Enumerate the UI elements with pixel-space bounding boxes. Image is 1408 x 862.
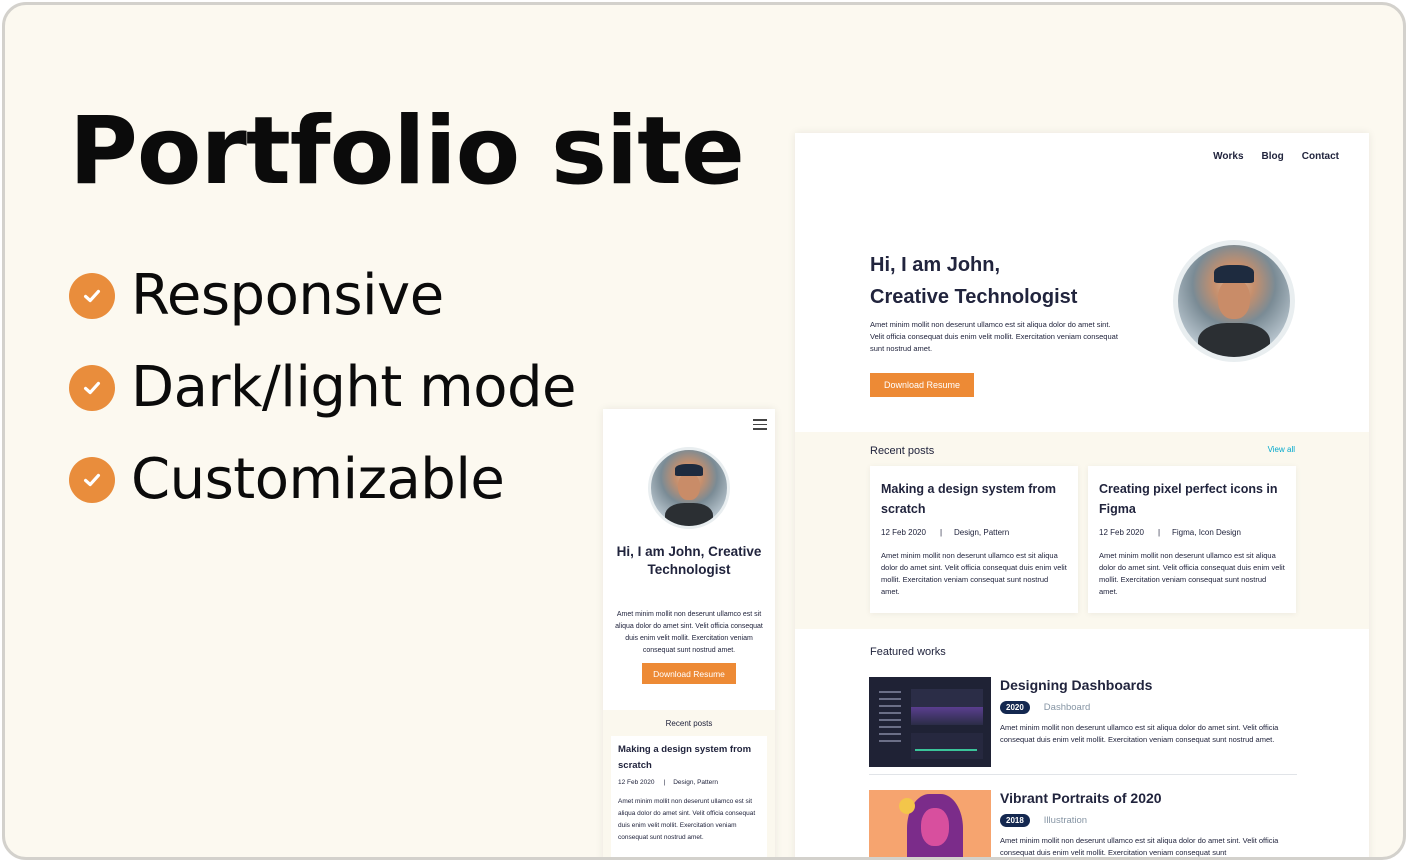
work-meta: 2020 Dashboard xyxy=(1000,701,1296,714)
post-meta: 12 Feb 2020 | Figma, Icon Design xyxy=(1099,528,1285,537)
work-title[interactable]: Vibrant Portraits of 2020 xyxy=(1000,790,1296,806)
divider xyxy=(869,774,1297,775)
portrait-thumbnail[interactable] xyxy=(869,790,991,857)
check-icon xyxy=(69,364,115,411)
nav-blog[interactable]: Blog xyxy=(1262,151,1284,162)
meta-separator: | xyxy=(939,528,943,537)
intro-heading-line2: Creative Technologist xyxy=(870,286,1078,308)
view-all-link[interactable]: View all xyxy=(1268,445,1295,454)
avatar xyxy=(648,447,730,529)
download-resume-button[interactable]: Download Resume xyxy=(870,373,974,397)
work-category: Illustration xyxy=(1043,815,1088,826)
recent-posts-section: Recent posts Making a design system from… xyxy=(603,710,775,857)
intro-text: Amet minim mollit non deserunt ullamco e… xyxy=(615,611,763,654)
feature-responsive: Responsive xyxy=(69,263,444,328)
nav-contact[interactable]: Contact xyxy=(1302,151,1339,162)
post-tags: Design, Pattern xyxy=(673,779,719,786)
post-date: 12 Feb 2020 xyxy=(618,779,655,786)
post-tags: Design, Pattern xyxy=(954,528,1010,537)
nav-works[interactable]: Works xyxy=(1213,151,1243,162)
intro-heading: Hi, I am John, Creative Technologist xyxy=(870,249,1077,313)
recent-posts-heading: Recent posts xyxy=(665,719,713,728)
promo-card: Portfolio site Responsive Dark/light mod… xyxy=(2,2,1406,860)
post-card[interactable]: Making a design system from scratch 12 F… xyxy=(611,736,767,857)
check-icon xyxy=(69,272,115,319)
hamburger-menu-icon[interactable] xyxy=(753,419,767,433)
work-info: Vibrant Portraits of 2020 2018 Illustrat… xyxy=(1000,790,1296,857)
hero-title: Portfolio site xyxy=(69,97,745,206)
feature-label: Responsive xyxy=(131,263,444,328)
featured-works-heading: Featured works xyxy=(870,646,946,658)
meta-separator: | xyxy=(1157,528,1161,537)
intro-text: Amet minim mollit non deserunt ullamco e… xyxy=(870,320,1118,353)
post-date: 12 Feb 2020 xyxy=(881,528,926,537)
post-title[interactable]: Making a design system from scratch xyxy=(881,479,1067,519)
recent-posts-section: Recent posts View all Making a design sy… xyxy=(795,432,1369,629)
post-excerpt: Amet minim mollit non deserunt ullamco e… xyxy=(618,798,756,841)
year-badge: 2018 xyxy=(1000,814,1030,827)
feature-customizable: Customizable xyxy=(69,447,505,512)
mobile-mockup: Hi, I am John, Creative Technologist Ame… xyxy=(603,409,775,857)
top-nav: Works Blog Contact xyxy=(1213,151,1339,162)
avatar xyxy=(1173,240,1295,362)
post-tags: Figma, Icon Design xyxy=(1172,528,1241,537)
post-excerpt: Amet minim mollit non deserunt ullamco e… xyxy=(881,551,1067,596)
work-meta: 2018 Illustration xyxy=(1000,814,1296,827)
feature-label: Dark/light mode xyxy=(131,355,576,420)
meta-separator: | xyxy=(663,779,666,786)
intro-heading: Hi, I am John, Creative Technologist xyxy=(616,544,762,577)
post-card[interactable]: Creating pixel perfect icons in Figma 12… xyxy=(1088,466,1296,613)
work-info: Designing Dashboards 2020 Dashboard Amet… xyxy=(1000,677,1296,746)
post-excerpt: Amet minim mollit non deserunt ullamco e… xyxy=(1099,551,1285,596)
post-card[interactable]: Making a design system from scratch 12 F… xyxy=(870,466,1078,613)
download-resume-button[interactable]: Download Resume xyxy=(642,663,736,684)
post-title[interactable]: Making a design system from scratch xyxy=(618,742,760,774)
dashboard-thumbnail[interactable] xyxy=(869,677,991,767)
post-title[interactable]: Creating pixel perfect icons in Figma xyxy=(1099,479,1285,519)
recent-posts-heading: Recent posts xyxy=(870,445,935,457)
post-date: 12 Feb 2020 xyxy=(1099,528,1144,537)
feature-dark-light-mode: Dark/light mode xyxy=(69,355,576,420)
post-meta: 12 Feb 2020 | Design, Pattern xyxy=(881,528,1067,537)
work-title[interactable]: Designing Dashboards xyxy=(1000,677,1296,693)
work-category: Dashboard xyxy=(1043,702,1091,713)
intro-heading-line1: Hi, I am John, xyxy=(870,254,1001,276)
year-badge: 2020 xyxy=(1000,701,1030,714)
desktop-mockup: Works Blog Contact Hi, I am John, Creati… xyxy=(795,133,1369,857)
work-description: Amet minim mollit non deserunt ullamco e… xyxy=(1000,836,1279,857)
feature-label: Customizable xyxy=(131,447,505,512)
work-description: Amet minim mollit non deserunt ullamco e… xyxy=(1000,723,1279,744)
post-meta: 12 Feb 2020 | Design, Pattern xyxy=(618,779,760,786)
check-icon xyxy=(69,456,115,503)
